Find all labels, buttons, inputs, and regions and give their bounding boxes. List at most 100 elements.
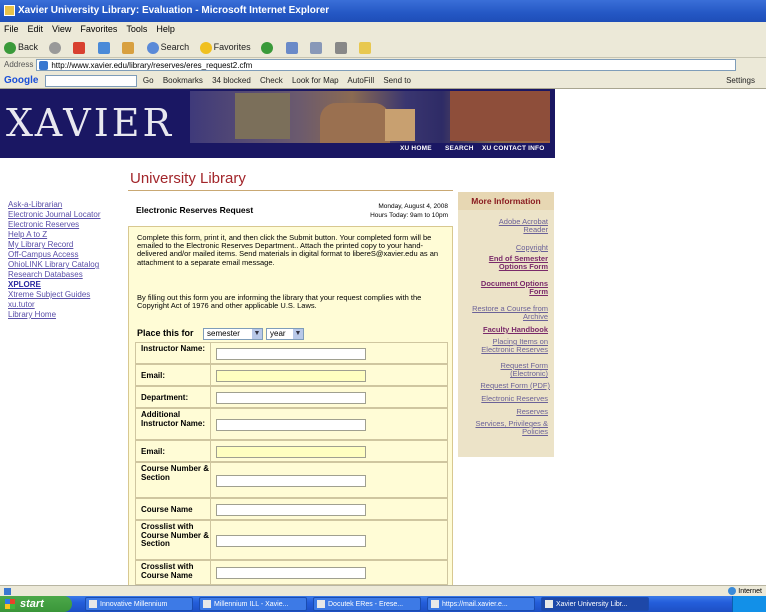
email-input[interactable] (216, 370, 366, 382)
window-title: Xavier University Library: Evaluation - … (18, 5, 330, 16)
form-title: Electronic Reserves Request (136, 205, 254, 215)
popup-blocked-button[interactable]: 34 blocked (212, 76, 251, 85)
link-copyright[interactable]: Copyright (516, 243, 548, 252)
sidebar-item-ask-a-librarian[interactable]: Ask-a-Librarian (8, 200, 123, 210)
menu-tools[interactable]: Tools (126, 24, 147, 34)
task-xavier-library[interactable]: Xavier University Libr... (541, 597, 649, 611)
sidebar-item-research-databases[interactable]: Research Databases (8, 270, 123, 280)
bookmarks-button[interactable]: Bookmarks (163, 76, 203, 85)
send-to-button[interactable]: Send to (383, 76, 411, 85)
sidebar-item-xtreme-subject-guides[interactable]: Xtreme Subject Guides (8, 290, 123, 300)
sidebar-item-my-library-record[interactable]: My Library Record (8, 240, 123, 250)
department-label: Department: (141, 393, 189, 402)
crosslist-name-input[interactable] (216, 567, 366, 579)
refresh-button[interactable] (97, 36, 112, 57)
semester-select[interactable]: semester ▼ (203, 328, 263, 340)
task-millennium-ill[interactable]: Millennium ILL - Xavie... (199, 597, 307, 611)
link-request-form-electronic[interactable]: Request Form (Electronic) (488, 361, 548, 378)
copyright-notice: By filling out this form you are informi… (137, 293, 422, 311)
link-faculty-handbook[interactable]: Faculty Handbook (483, 325, 548, 334)
forward-button[interactable] (48, 36, 63, 57)
link-restore-course[interactable]: Restore a Course from Archive (468, 304, 548, 321)
nav-xu-contact-info[interactable]: XU CONTACT INFO (482, 145, 544, 152)
print-button[interactable] (334, 36, 349, 57)
year-select[interactable]: year ▼ (266, 328, 304, 340)
address-input[interactable]: http://www.xavier.edu/library/reserves/e… (36, 59, 737, 71)
instructor-name-input[interactable] (216, 348, 366, 360)
look-for-map-button[interactable]: Look for Map (292, 76, 339, 85)
sidebar-item-off-campus-access[interactable]: Off-Campus Access (8, 250, 123, 260)
sidebar-item-library-home[interactable]: Library Home (8, 310, 123, 320)
google-go-button[interactable]: Go (143, 76, 154, 85)
link-document-options[interactable]: Document Options Form (468, 279, 548, 296)
vertical-scrollbar[interactable] (754, 89, 766, 585)
edit-icon (359, 41, 372, 54)
task-docutek-eres[interactable]: Docutek ERes - Erese... (313, 597, 421, 611)
nav-search[interactable]: SEARCH (445, 145, 474, 152)
chevron-down-icon: ▼ (293, 329, 303, 339)
more-information-heading: More Information (458, 192, 554, 210)
link-placing-items[interactable]: Placing Items on Electronic Reserves (463, 337, 548, 354)
back-button[interactable]: Back (4, 36, 38, 57)
department-input[interactable] (216, 392, 366, 404)
menu-help[interactable]: Help (156, 24, 175, 34)
edit-button[interactable] (359, 36, 373, 57)
refresh-icon (97, 41, 110, 54)
menu-bar: File Edit View Favorites Tools Help (0, 22, 766, 36)
spell-check-button[interactable]: Check (260, 76, 283, 85)
form-row-additional-email: Email: (135, 440, 448, 462)
google-logo[interactable]: Google (4, 75, 38, 86)
history-button[interactable] (285, 36, 300, 57)
status-bar: Internet (0, 585, 766, 596)
form-row-email: Email: (135, 364, 448, 386)
stop-button[interactable] (73, 36, 87, 57)
start-button[interactable]: start (0, 596, 72, 612)
xavier-banner: XAVIER XU HOME SEARCH XU CONTACT INFO (0, 89, 555, 158)
course-number-input[interactable] (216, 475, 366, 487)
link-reserves[interactable]: Reserves (516, 407, 548, 416)
link-request-form-pdf[interactable]: Request Form (PDF) (480, 381, 550, 390)
sidebar-item-electronic-journal-locator[interactable]: Electronic Journal Locator (8, 210, 123, 220)
sidebar-item-electronic-reserves[interactable]: Electronic Reserves (8, 220, 123, 230)
star-icon (199, 41, 212, 54)
search-button[interactable]: Search (146, 36, 189, 57)
autofill-button[interactable]: AutoFill (347, 76, 374, 85)
link-services-policies[interactable]: Services, Privileges & Policies (463, 419, 548, 436)
home-button[interactable] (122, 36, 136, 57)
google-search-input[interactable] (44, 74, 137, 87)
additional-email-input[interactable] (216, 446, 366, 458)
ie-icon (431, 600, 439, 608)
title-divider (128, 190, 453, 191)
course-name-input[interactable] (216, 504, 366, 516)
task-mail-xavier[interactable]: https://mail.xavier.e... (427, 597, 535, 611)
link-adobe-acrobat[interactable]: Adobe Acrobat Reader (488, 217, 548, 234)
google-toolbar: Google Go Bookmarks 34 blocked Check Loo… (0, 72, 766, 89)
task-innovative-millennium[interactable]: Innovative Millennium (85, 597, 193, 611)
link-end-of-semester[interactable]: End of Semester Options Form (478, 254, 548, 271)
print-icon (334, 41, 347, 54)
page-icon (39, 61, 49, 70)
menu-favorites[interactable]: Favorites (80, 24, 117, 34)
media-button[interactable] (261, 36, 275, 57)
crosslist-number-input[interactable] (216, 535, 366, 547)
form-row-course-number: Course Number & Section (135, 462, 448, 498)
menu-edit[interactable]: Edit (28, 24, 44, 34)
sidebar-item-xplore[interactable]: XPLORE (8, 280, 123, 290)
nav-xu-home[interactable]: XU HOME (400, 145, 432, 152)
search-icon (146, 41, 159, 54)
menu-file[interactable]: File (4, 24, 19, 34)
sidebar-item-xu-tutor[interactable]: xu.tutor (8, 300, 123, 310)
additional-instructor-input[interactable] (216, 419, 366, 431)
link-electronic-reserves[interactable]: Electronic Reserves (481, 394, 548, 403)
xavier-logo[interactable]: XAVIER (6, 101, 174, 145)
sidebar-item-ohiolink-catalog[interactable]: OhioLINK Library Catalog (8, 260, 123, 270)
additional-email-label: Email: (141, 447, 166, 456)
favorites-button[interactable]: Favorites (199, 36, 251, 57)
sidebar-item-help-a-to-z[interactable]: Help A to Z (8, 230, 123, 240)
mail-button[interactable] (310, 36, 324, 57)
menu-view[interactable]: View (52, 24, 71, 34)
current-date: Monday, August 4, 2008 (378, 203, 448, 210)
instructor-name-label: Instructor Name: (141, 344, 206, 353)
instructions-paragraph: Complete this form, print it, and then c… (137, 233, 439, 267)
google-settings-button[interactable]: Settings (726, 72, 755, 88)
